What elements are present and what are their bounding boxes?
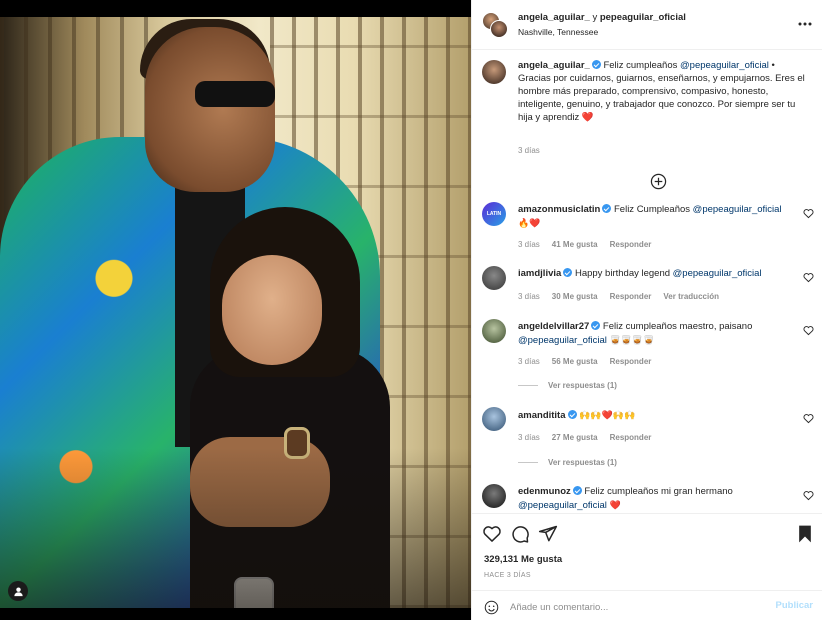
avatar-label: LATIN — [486, 211, 502, 217]
comment-text: iamdjlivia Happy birthday legend @pepeag… — [518, 268, 786, 281]
plus-circle-icon[interactable] — [650, 173, 667, 190]
avatar[interactable] — [482, 60, 506, 84]
header-username-2[interactable]: pepeaguilar_oficial — [600, 12, 686, 23]
heart-icon[interactable] — [803, 208, 814, 219]
comment-username[interactable]: amazonmusiclatin — [518, 204, 600, 215]
post-details-panel: angela_aguilar_ y pepeaguilar_oficial Na… — [471, 0, 822, 620]
verified-badge-icon — [591, 321, 601, 330]
comment-emojis: 🔥❤️ — [518, 217, 541, 228]
verified-badge-icon — [602, 204, 612, 213]
comment-username[interactable]: amanditita — [518, 410, 566, 421]
comment-meta: 3 días 56 Me gusta Responder — [518, 357, 663, 366]
verified-badge-icon — [563, 268, 573, 277]
comment-time[interactable]: 3 días — [518, 357, 540, 366]
heart-emoji: ❤️ — [581, 111, 594, 123]
photo-shadow — [0, 448, 471, 608]
heart-icon[interactable] — [482, 524, 502, 544]
avatar — [490, 20, 508, 38]
comment-likes[interactable]: 30 Me gusta — [552, 292, 598, 301]
comment-text: angeldelvillar27 Feliz cumpleaños maestr… — [518, 321, 786, 348]
comment-body: Feliz cumpleaños mi gran hermano — [581, 486, 733, 497]
comment-emojis: 🙌🙌❤️🙌🙌 — [579, 410, 636, 420]
action-bar: 329,131 Me gusta HACE 3 DÍAS — [472, 513, 822, 585]
comment-time[interactable]: 3 días — [518, 240, 540, 249]
comment-likes[interactable]: 27 Me gusta — [552, 433, 598, 442]
header-joiner: y — [589, 12, 600, 23]
view-replies-button[interactable]: Ver respuestas (1) — [518, 458, 617, 467]
bookmark-icon[interactable] — [795, 524, 815, 544]
photo-girl-face — [222, 255, 322, 365]
comment-username[interactable]: angeldelvillar27 — [518, 321, 589, 332]
more-options-icon[interactable] — [797, 16, 813, 32]
avatar[interactable] — [482, 484, 506, 508]
comment-time[interactable]: 3 días — [518, 433, 540, 442]
comment-body: Feliz Cumpleaños — [611, 204, 693, 215]
comment-icon[interactable] — [510, 524, 530, 544]
translate-button[interactable]: Ver traducción — [663, 292, 719, 301]
heart-icon[interactable] — [803, 413, 814, 424]
likes-count[interactable]: 329,131 Me gusta — [484, 554, 562, 565]
avatar[interactable] — [482, 407, 506, 431]
photo-sunglasses — [195, 81, 275, 107]
reply-button[interactable]: Responder — [610, 433, 652, 442]
comment-input[interactable] — [510, 598, 760, 616]
emoji-icon[interactable] — [484, 600, 499, 615]
heart-icon[interactable] — [803, 490, 814, 501]
caption-mention[interactable]: @pepeaguilar_oficial — [680, 60, 769, 71]
verified-badge-icon — [591, 60, 601, 69]
comment-mention[interactable]: @pepeaguilar_oficial — [673, 268, 762, 279]
photo-image — [0, 17, 471, 608]
heart-icon[interactable] — [803, 325, 814, 336]
header-avatars[interactable] — [482, 12, 508, 38]
comment-text: amazonmusiclatin Feliz Cumpleaños @pepea… — [518, 204, 786, 231]
caption-text: angela_aguilar_ Feliz cumpleaños @pepeag… — [518, 60, 808, 125]
view-replies-button[interactable]: Ver respuestas (1) — [518, 381, 617, 390]
verified-badge-icon — [572, 486, 582, 495]
user-tag-icon[interactable] — [8, 581, 28, 601]
comment-text: edenmunoz Feliz cumpleaños mi gran herma… — [518, 486, 786, 513]
publish-button[interactable]: Publicar — [776, 600, 814, 611]
comment-username[interactable]: iamdjlivia — [518, 268, 561, 279]
comment-likes[interactable]: 56 Me gusta — [552, 357, 598, 366]
reply-button[interactable]: Responder — [610, 357, 652, 366]
comment-likes[interactable]: 41 Me gusta — [552, 240, 598, 249]
header-usernames: angela_aguilar_ y pepeaguilar_oficial — [518, 12, 686, 23]
verified-badge-icon — [567, 410, 577, 419]
heart-icon[interactable] — [803, 272, 814, 283]
caption-text-before: Feliz cumpleaños — [600, 60, 681, 71]
avatar[interactable] — [482, 319, 506, 343]
comment-time[interactable]: 3 días — [518, 292, 540, 301]
comment-meta: 3 días 41 Me gusta Responder — [518, 240, 663, 249]
comment-body: Happy birthday legend — [572, 268, 673, 279]
share-icon[interactable] — [538, 524, 558, 544]
comment-mention[interactable]: @pepeaguilar_oficial — [518, 335, 607, 346]
caption-username[interactable]: angela_aguilar_ — [518, 60, 590, 71]
comment-body: Feliz cumpleaños maestro, paisano — [600, 321, 753, 332]
comment-mention[interactable]: @pepeaguilar_oficial — [518, 500, 607, 511]
photo-man-head — [145, 27, 275, 192]
avatar[interactable]: LATIN — [482, 202, 506, 226]
comment-meta: 3 días 27 Me gusta Responder — [518, 433, 663, 442]
reply-button[interactable]: Responder — [610, 240, 652, 249]
comment-emojis: ❤️ — [609, 499, 621, 510]
post-date[interactable]: HACE 3 DÍAS — [484, 572, 531, 579]
header-username-1[interactable]: angela_aguilar_ — [518, 12, 590, 23]
comment-meta: 3 días 30 Me gusta Responder Ver traducción — [518, 292, 731, 301]
reply-button[interactable]: Responder — [610, 292, 652, 301]
comment-username[interactable]: edenmunoz — [518, 486, 571, 497]
comments-scroll-area[interactable]: angela_aguilar_ Feliz cumpleaños @pepeag… — [472, 50, 822, 513]
comment-mention[interactable]: @pepeaguilar_oficial — [693, 204, 782, 215]
post-photo[interactable] — [0, 0, 471, 620]
caption-time[interactable]: 3 días — [518, 146, 540, 155]
post-header: angela_aguilar_ y pepeaguilar_oficial Na… — [472, 0, 822, 50]
header-location[interactable]: Nashville, Tennessee — [518, 27, 598, 37]
comment-emojis: 🥃🥃🥃🥃 — [609, 334, 655, 345]
avatar[interactable] — [482, 266, 506, 290]
add-comment-bar: Publicar — [472, 590, 822, 620]
comment-text: amanditita 🙌🙌❤️🙌🙌 — [518, 409, 786, 423]
